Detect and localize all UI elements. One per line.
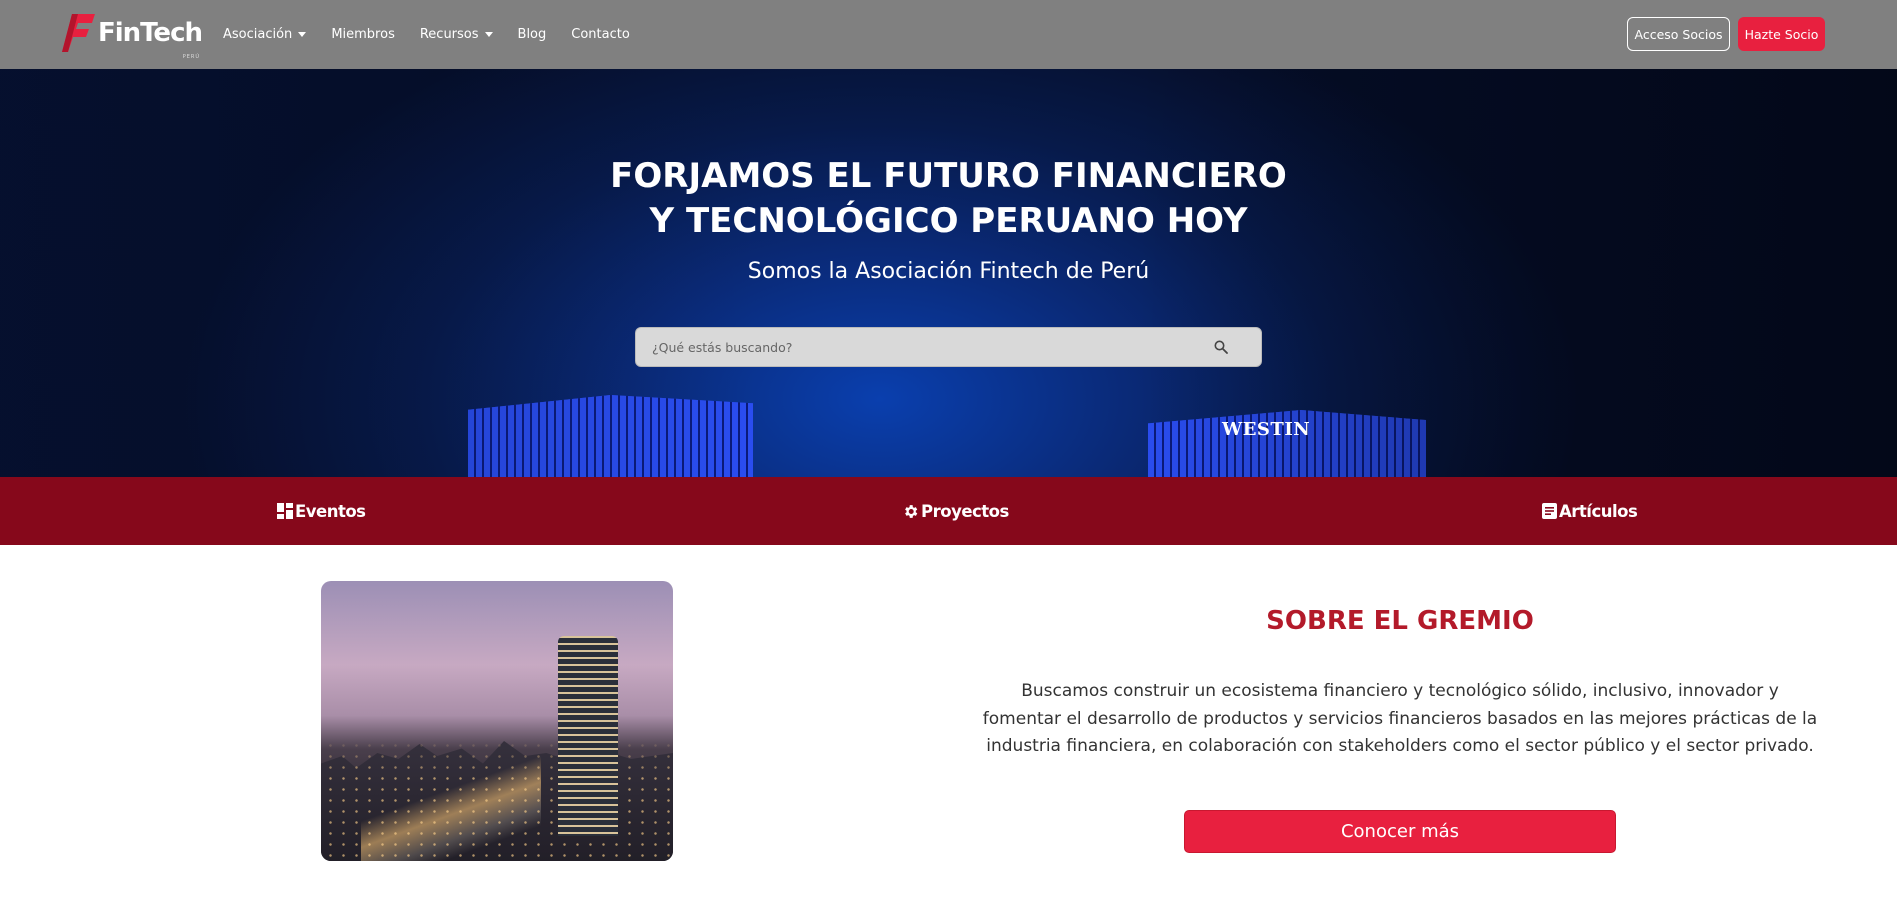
hero-banner: WESTIN FORJAMOS EL FUTURO FINANCIERO Y T… xyxy=(0,69,1897,477)
chevron-down-icon xyxy=(298,32,307,37)
nav-item-label: Miembros xyxy=(331,27,395,42)
hero-subtitle: Somos la Asociación Fintech de Perú xyxy=(747,259,1150,284)
nav-item-label: Asociación xyxy=(223,27,293,42)
search-input[interactable] xyxy=(636,328,1201,366)
photo-tower xyxy=(558,636,618,836)
nav-item-label: Blog xyxy=(517,27,547,42)
search-bar xyxy=(635,327,1262,367)
category-label: Eventos xyxy=(295,501,366,521)
logo-text: FinTech xyxy=(97,18,203,48)
category-proyectos[interactable]: Proyectos xyxy=(902,477,1009,545)
article-icon xyxy=(1542,503,1557,519)
category-eventos[interactable]: Eventos xyxy=(277,477,366,545)
conocer-mas-button[interactable]: Conocer más xyxy=(1184,810,1616,853)
hero-title-line-2: Y TECNOLÓGICO PERUANO HOY xyxy=(649,201,1248,241)
gear-icon xyxy=(905,504,918,518)
nav-item-recursos[interactable]: Recursos xyxy=(420,27,493,42)
nav-item-asociacion[interactable]: Asociación xyxy=(223,27,307,42)
dashboard-icon xyxy=(277,503,293,519)
acceso-socios-button[interactable]: Acceso Socios xyxy=(1627,17,1730,51)
fintech-logo[interactable]: FinTech PERÚ xyxy=(62,12,203,60)
top-navbar: FinTech PERÚ Asociación Miembros Recurso… xyxy=(0,0,1897,69)
photo-city-lights xyxy=(321,581,673,861)
hero-title: FORJAMOS EL FUTURO FINANCIERO Y TECNOLÓG… xyxy=(0,154,1897,244)
about-text: Buscamos construir un ecosistema financi… xyxy=(982,681,1818,756)
westin-sign: WESTIN xyxy=(1222,419,1311,440)
category-label: Proyectos xyxy=(921,501,1009,521)
nav-item-label: Recursos xyxy=(419,27,479,42)
city-photo xyxy=(321,581,673,861)
nav-item-blog[interactable]: Blog xyxy=(518,27,547,42)
category-bar: Eventos Proyectos Artículos xyxy=(0,477,1897,545)
nav-item-label: Contacto xyxy=(571,27,630,42)
chevron-down-icon xyxy=(484,32,493,37)
nav-item-miembros[interactable]: Miembros xyxy=(331,27,395,42)
about-title: SOBRE EL GREMIO xyxy=(1266,606,1534,636)
category-label: Artículos xyxy=(1559,501,1638,521)
main-nav: Asociación Miembros Recursos Blog Contac… xyxy=(223,0,655,69)
nav-item-contacto[interactable]: Contacto xyxy=(571,27,630,42)
hero-title-line-1: FORJAMOS EL FUTURO FINANCIERO xyxy=(610,156,1287,196)
hazte-socio-button[interactable]: Hazte Socio xyxy=(1738,17,1825,51)
search-icon[interactable] xyxy=(1201,327,1241,367)
logo-subtext: PERÚ xyxy=(182,54,200,60)
fintech-logo-icon xyxy=(62,14,95,52)
category-articulos[interactable]: Artículos xyxy=(1542,477,1638,545)
